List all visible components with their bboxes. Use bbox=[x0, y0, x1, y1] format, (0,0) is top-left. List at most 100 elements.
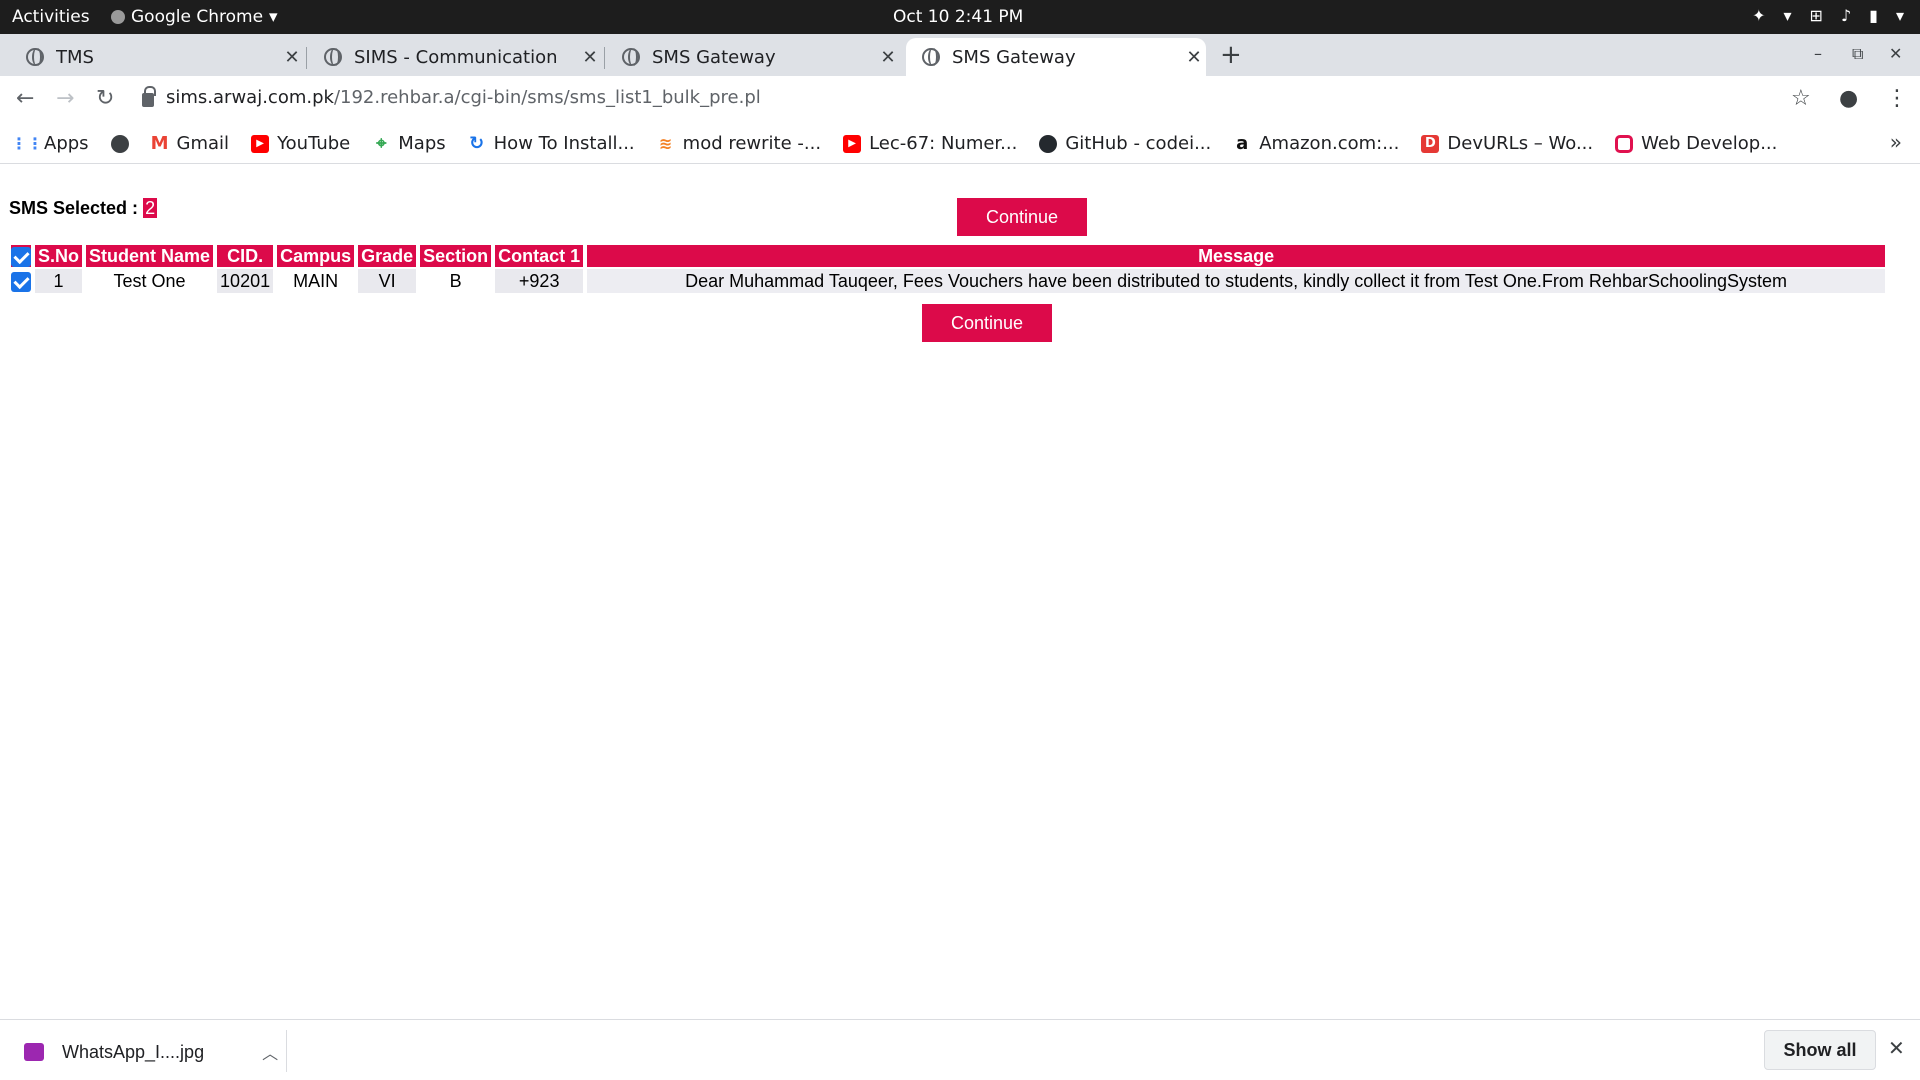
new-tab-plus-icon[interactable]: + bbox=[1220, 40, 1242, 70]
cell-message: Dear Muhammad Tauqeer, Fees Vouchers hav… bbox=[587, 269, 1885, 293]
globe-icon bbox=[324, 48, 342, 66]
close-icon[interactable]: ✕ bbox=[1888, 1036, 1905, 1060]
bookmark-label: YouTube bbox=[277, 133, 351, 154]
close-icon[interactable]: ✕ bbox=[1182, 47, 1206, 68]
profile-icon[interactable]: ● bbox=[1839, 86, 1858, 111]
menu-kebab-icon[interactable]: ⋮ bbox=[1886, 86, 1908, 111]
cell-campus: MAIN bbox=[293, 270, 339, 291]
sms-selected: SMS Selected : 2 bbox=[9, 198, 158, 219]
sms-selected-label: SMS Selected : bbox=[9, 198, 139, 218]
browser-toolbar: ← → ↻ sims.arwaj.com.pk/192.rehbar.a/cgi… bbox=[0, 76, 1920, 124]
row-select-cell bbox=[11, 269, 31, 293]
continue-button-bottom[interactable]: Continue bbox=[922, 304, 1052, 342]
bookmark-how-to-install[interactable]: ↻ How To Install... bbox=[468, 133, 635, 154]
tab-strip: TMS ✕ SIMS - Communication ✕ SMS Gateway… bbox=[0, 34, 1920, 76]
clock[interactable]: Oct 10 2:41 PM bbox=[893, 7, 1023, 27]
cell-contact: +923 bbox=[495, 269, 584, 293]
window-close-icon[interactable]: ✕ bbox=[1889, 44, 1902, 63]
activities-button[interactable]: Activities bbox=[12, 7, 90, 27]
bookmark-label: Web Develop... bbox=[1641, 133, 1778, 154]
battery-icon: ▮ bbox=[1869, 6, 1878, 25]
bookmarks-overflow-icon[interactable]: » bbox=[1890, 130, 1902, 154]
bookmark-label: Gmail bbox=[176, 133, 230, 154]
github-icon bbox=[1039, 134, 1058, 153]
cell-grade: VI bbox=[358, 269, 417, 293]
bookmark-github[interactable]: GitHub - codei... bbox=[1039, 133, 1211, 154]
sms-selected-count: 2 bbox=[143, 198, 158, 218]
header-contact: Contact 1 bbox=[495, 245, 584, 267]
back-arrow-icon[interactable]: ← bbox=[16, 86, 34, 111]
chevron-down-icon: ▾ bbox=[1783, 6, 1792, 25]
continue-button-top[interactable]: Continue bbox=[957, 198, 1087, 236]
select-all-header bbox=[11, 245, 31, 267]
chevron-up-icon[interactable]: ︿ bbox=[262, 1040, 278, 1064]
tab-title: TMS bbox=[56, 46, 94, 68]
minimize-icon[interactable]: – bbox=[1814, 44, 1822, 63]
download-item[interactable]: WhatsApp_I....jpg ︿ bbox=[24, 1040, 278, 1064]
close-icon[interactable]: ✕ bbox=[876, 47, 900, 68]
stackoverflow-icon: ≋ bbox=[658, 134, 673, 153]
globe-icon bbox=[622, 48, 640, 66]
download-bar: WhatsApp_I....jpg ︿ Show all ✕ bbox=[0, 1019, 1920, 1080]
bookmark-web-develop[interactable]: Web Develop... bbox=[1615, 133, 1777, 154]
bookmark-gmail[interactable]: M Gmail bbox=[150, 133, 230, 154]
header-sno: S.No bbox=[35, 245, 83, 267]
globe-icon bbox=[26, 48, 44, 66]
table-header-row: S.No Student Name CID. Campus Grade Sect… bbox=[11, 245, 1885, 267]
webdev-icon bbox=[1615, 134, 1634, 153]
tab-sims-communication[interactable]: SIMS - Communication ✕ bbox=[310, 38, 605, 76]
devurls-icon: D bbox=[1421, 134, 1440, 153]
chrome-app-icon bbox=[111, 10, 125, 24]
close-icon[interactable]: ✕ bbox=[280, 47, 304, 68]
bookmark-label: GitHub - codei... bbox=[1065, 133, 1212, 154]
tab-title: SIMS - Communication bbox=[354, 46, 558, 68]
bookmark-devurls[interactable]: D DevURLs – Wo... bbox=[1421, 133, 1593, 154]
youtube-icon: ▶ bbox=[251, 134, 270, 153]
bookmark-maps[interactable]: ⌖ Maps bbox=[372, 133, 445, 154]
header-section: Section bbox=[420, 245, 492, 267]
header-cid: CID. bbox=[217, 245, 274, 267]
app-menu[interactable]: Google Chrome ▾ bbox=[111, 7, 278, 27]
restore-icon[interactable]: ⧉ bbox=[1852, 44, 1863, 64]
bookmark-youtube[interactable]: ▶ YouTube bbox=[251, 133, 350, 154]
bookmark-lec-67[interactable]: ▶ Lec-67: Numer... bbox=[843, 133, 1017, 154]
forward-arrow-icon[interactable]: → bbox=[56, 86, 74, 111]
system-tray[interactable]: ✦ ▾ ⊞ ♪ ▮ ▾ bbox=[1752, 6, 1904, 25]
network-icon: ⊞ bbox=[1809, 6, 1823, 25]
bookmark-label: How To Install... bbox=[493, 133, 635, 154]
page-content: SMS Selected : 2 Continue S.No Student N… bbox=[0, 164, 1920, 1019]
bookmark-amazon[interactable]: a Amazon.com:... bbox=[1233, 133, 1399, 154]
address-bar[interactable]: sims.arwaj.com.pk/192.rehbar.a/cgi-bin/s… bbox=[142, 85, 761, 108]
cell-cid: 10201 bbox=[217, 269, 274, 293]
cell-sno: 1 bbox=[35, 269, 83, 293]
sms-table: S.No Student Name CID. Campus Grade Sect… bbox=[7, 243, 1889, 295]
tab-tms[interactable]: TMS ✕ bbox=[12, 38, 307, 76]
lock-icon[interactable] bbox=[142, 85, 156, 107]
close-icon[interactable]: ✕ bbox=[578, 47, 602, 68]
amazon-icon: a bbox=[1236, 133, 1249, 154]
bookmark-label: Lec-67: Numer... bbox=[869, 133, 1018, 154]
bookmark-globe[interactable] bbox=[110, 134, 129, 153]
bookmark-label: DevURLs – Wo... bbox=[1447, 133, 1594, 154]
accessibility-icon[interactable]: ✦ bbox=[1752, 6, 1765, 25]
url-path: /192.rehbar.a/cgi-bin/sms/sms_list1_bulk… bbox=[333, 87, 761, 108]
row-checkbox[interactable] bbox=[11, 271, 31, 292]
maps-icon: ⌖ bbox=[376, 133, 387, 154]
image-file-icon bbox=[24, 1043, 44, 1061]
volume-icon: ♪ bbox=[1840, 6, 1852, 25]
youtube-icon: ▶ bbox=[843, 134, 862, 153]
header-campus: Campus bbox=[277, 245, 355, 267]
bookmark-mod-rewrite[interactable]: ≋ mod rewrite -... bbox=[657, 133, 821, 154]
bookmark-apps[interactable]: ⋮⋮ Apps bbox=[11, 133, 89, 154]
select-all-checkbox[interactable] bbox=[11, 246, 31, 267]
tab-title: SMS Gateway bbox=[952, 46, 1076, 68]
tab-sms-gateway-active[interactable]: SMS Gateway ✕ bbox=[906, 38, 1206, 76]
url-host: sims.arwaj.com.pk bbox=[166, 87, 334, 108]
header-message: Message bbox=[587, 245, 1885, 267]
globe-icon bbox=[922, 48, 940, 66]
tab-sms-gateway[interactable]: SMS Gateway ✕ bbox=[608, 38, 900, 76]
show-all-button[interactable]: Show all bbox=[1764, 1030, 1876, 1070]
gmail-icon: M bbox=[150, 133, 169, 154]
bookmark-star-icon[interactable]: ☆ bbox=[1791, 86, 1811, 111]
reload-icon[interactable]: ↻ bbox=[96, 86, 114, 111]
